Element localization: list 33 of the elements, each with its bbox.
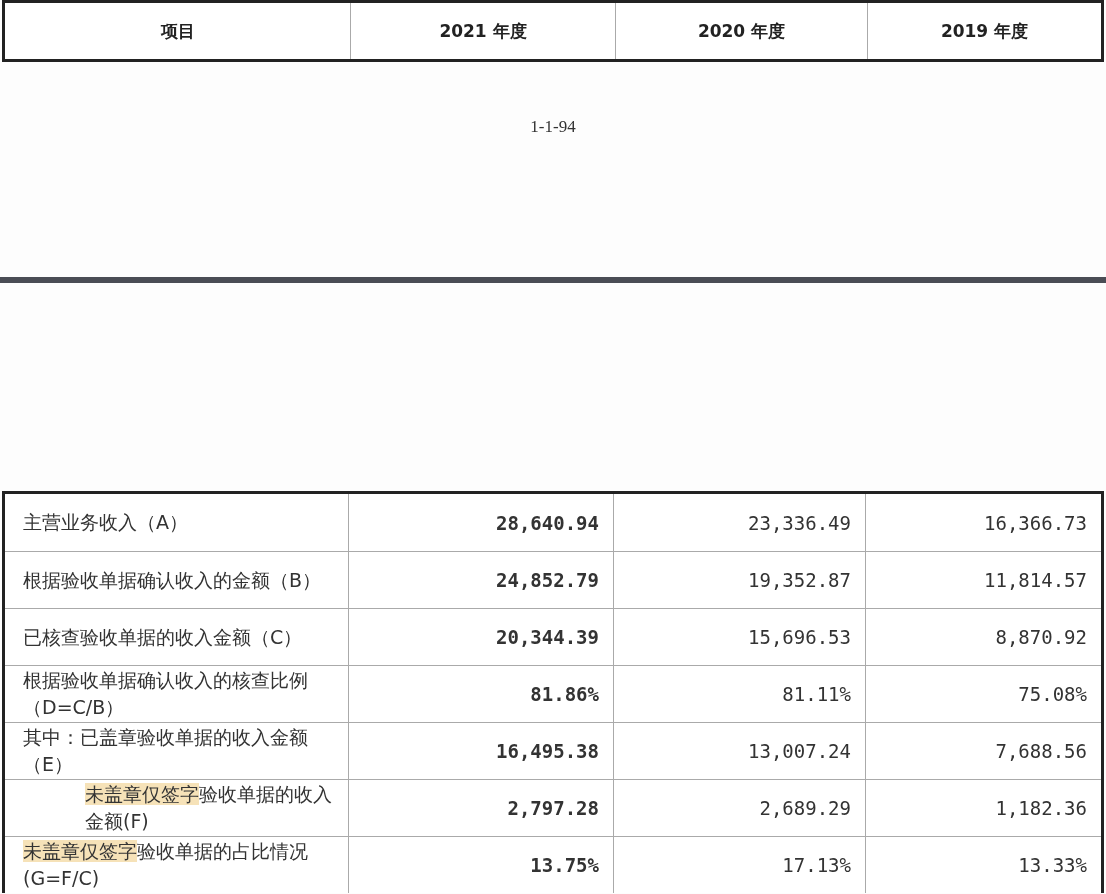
table-cell: 28,640.94 <box>348 494 613 551</box>
table-cell: 81.86% <box>348 665 613 722</box>
column-header: 2019 年度 <box>867 3 1101 59</box>
table-cell: 13.33% <box>865 836 1101 893</box>
table-cell: 81.11% <box>613 665 865 722</box>
row-label: 未盖章仅签字验收单据的收入金额(F) <box>5 779 348 836</box>
row-label: 其中：已盖章验收单据的收入金额（E） <box>5 722 348 779</box>
table-cell: 2,689.29 <box>613 779 865 836</box>
row-label: 未盖章仅签字验收单据的占比情况(G=F/C) <box>5 836 348 893</box>
column-header: 2021 年度 <box>350 3 615 59</box>
table-cell: 1,182.36 <box>865 779 1101 836</box>
row-label: 根据验收单据确认收入的金额（B） <box>5 551 348 608</box>
table-cell: 24,852.79 <box>348 551 613 608</box>
table-cell: 20,344.39 <box>348 608 613 665</box>
table-cell: 19,352.87 <box>613 551 865 608</box>
table-cell: 2,797.28 <box>348 779 613 836</box>
table-cell: 23,336.49 <box>613 494 865 551</box>
table-cell: 16,495.38 <box>348 722 613 779</box>
table-cell: 13.75% <box>348 836 613 893</box>
row-label: 已核查验收单据的收入金额（C） <box>5 608 348 665</box>
table-cell: 8,870.92 <box>865 608 1101 665</box>
row-label: 主营业务收入（A） <box>22 510 189 535</box>
column-header: 2020 年度 <box>615 3 867 59</box>
table-cell: 7,688.56 <box>865 722 1101 779</box>
table-cell: 15,696.53 <box>613 608 865 665</box>
page-number: 1-1-94 <box>530 117 576 138</box>
table-cell: 16,366.73 <box>865 494 1101 551</box>
row-label: 根据验收单据确认收入的核查比例（D=C/B） <box>5 665 348 722</box>
column-header: 项目 <box>159 19 196 43</box>
table-cell: 13,007.24 <box>613 722 865 779</box>
table-cell: 75.08% <box>865 665 1101 722</box>
table-cell: 17.13% <box>613 836 865 893</box>
table-cell: 11,814.57 <box>865 551 1101 608</box>
